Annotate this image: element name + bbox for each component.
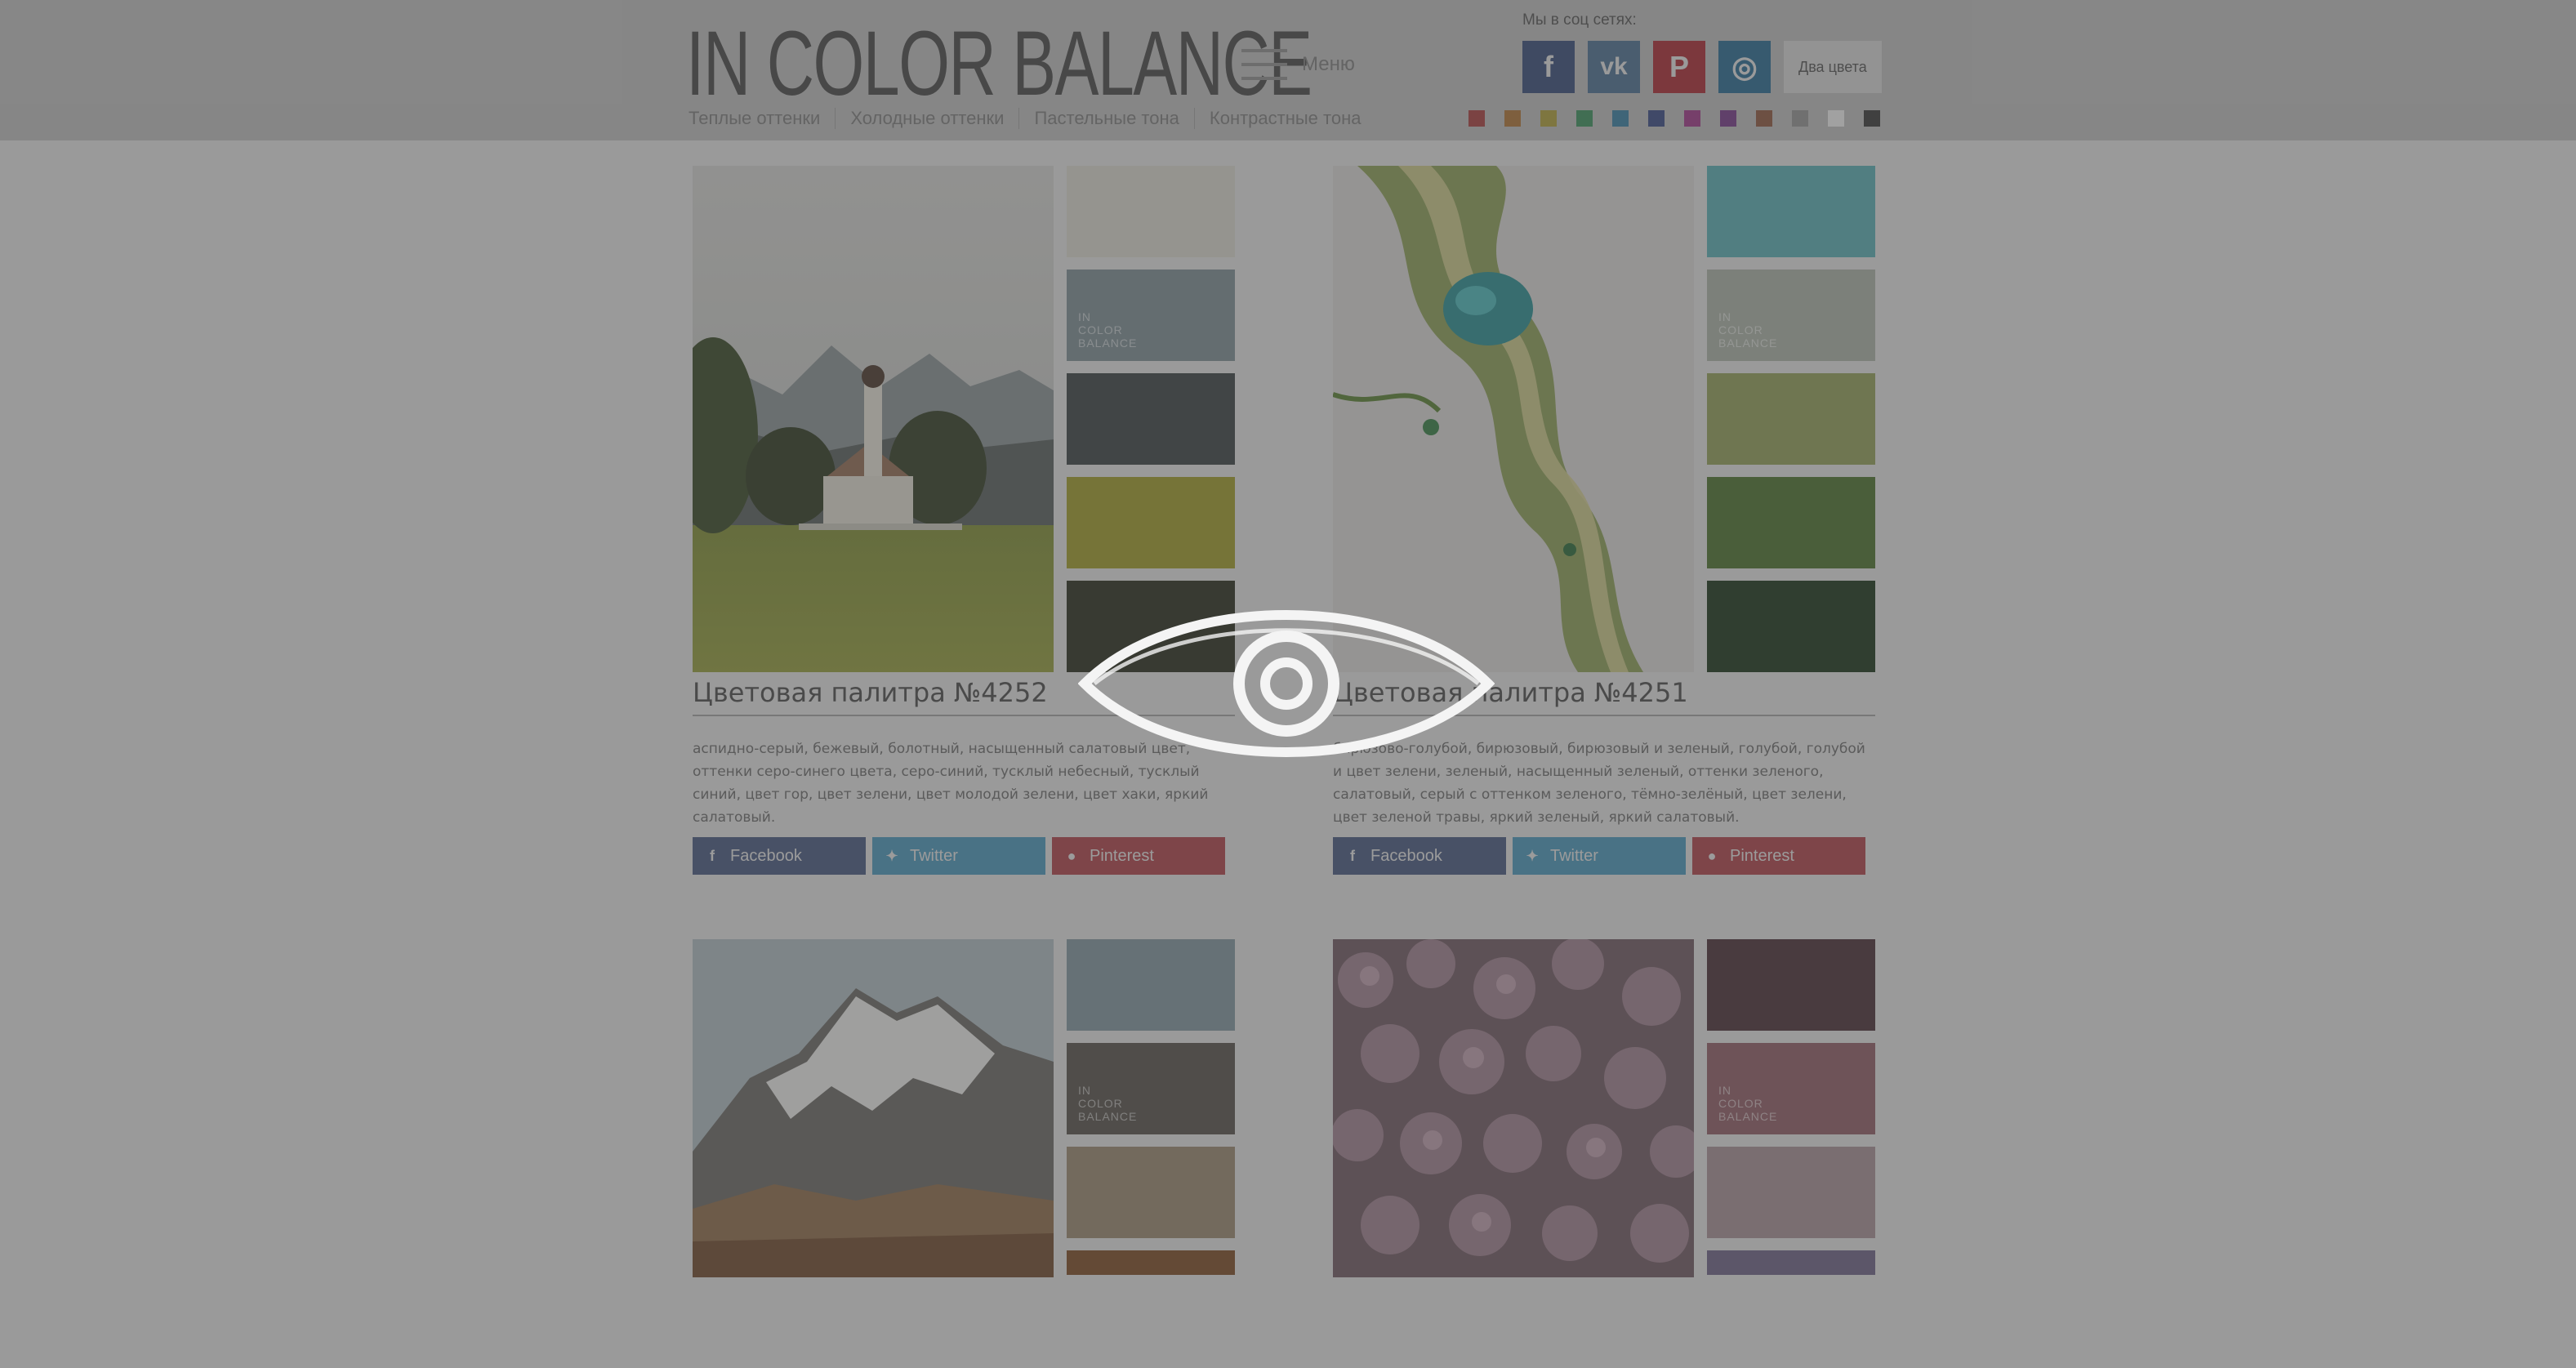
eye-icon[interactable] bbox=[1078, 608, 1495, 760]
